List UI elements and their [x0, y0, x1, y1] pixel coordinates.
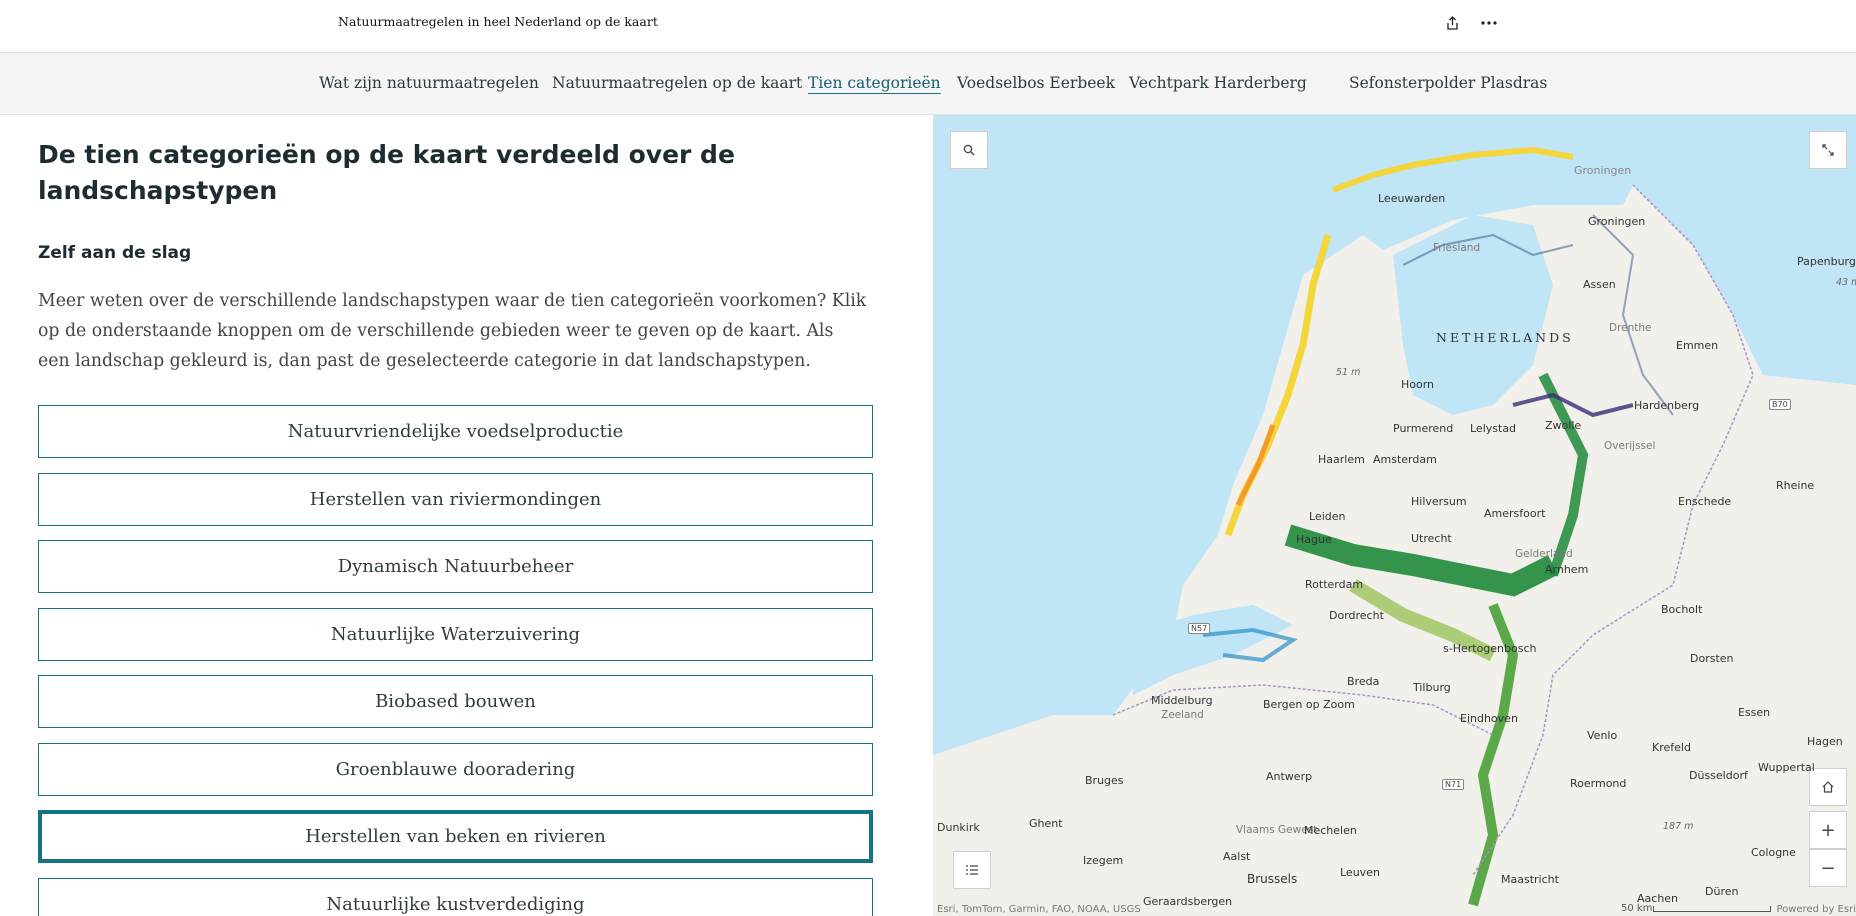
category-button-herstellen-van-riviermondingen[interactable]: Herstellen van riviermondingen — [38, 473, 873, 526]
map-home-button[interactable] — [1809, 768, 1847, 806]
share-icon — [1446, 16, 1458, 30]
section-subheading: Zelf aan de slag — [38, 243, 192, 263]
map-powered-by: Powered by Esri — [1776, 904, 1856, 915]
basemap — [933, 146, 1856, 916]
home-icon — [1822, 781, 1834, 793]
more-icon — [1481, 21, 1497, 25]
search-icon — [963, 144, 975, 156]
plus-icon: + — [1820, 819, 1836, 841]
nav-item-sefonsterpolder-plasdras[interactable]: Sefonsterpolder Plasdras — [1349, 74, 1547, 92]
expand-icon — [1822, 144, 1834, 156]
category-button-biobased-bouwen[interactable]: Biobased bouwen — [38, 675, 873, 728]
content-panel: De tien categorieën op de kaart verdeeld… — [0, 115, 933, 916]
map-view[interactable]: + − NETHERLANDS Leeuwarden Groningen Gro… — [933, 115, 1856, 916]
map-scale-bar — [1653, 906, 1771, 912]
minus-icon: − — [1820, 857, 1836, 879]
map-scale-label: 50 km — [1621, 903, 1653, 914]
more-options-button[interactable] — [1475, 12, 1503, 34]
intro-paragraph: Meer weten over de verschillende landsch… — [38, 291, 867, 371]
map-fullscreen-button[interactable] — [1809, 131, 1847, 169]
share-button[interactable] — [1438, 12, 1466, 34]
category-button-natuurlijke-kustverdediging[interactable]: Natuurlijke kustverdediging — [38, 878, 873, 916]
category-button-natuurlijke-waterzuivering[interactable]: Natuurlijke Waterzuivering — [38, 608, 873, 661]
category-button-natuurvriendelijke-voedselproductie[interactable]: Natuurvriendelijke voedselproductie — [38, 405, 873, 458]
page-title: Natuurmaatregelen in heel Nederland op d… — [338, 14, 658, 29]
nav-item-vechtpark-harderberg[interactable]: Vechtpark Harderberg — [1129, 74, 1307, 92]
nav-item-natuurmaatregelen-op-de-kaart[interactable]: Natuurmaatregelen op de kaart — [552, 74, 802, 92]
nav-item-wat-zijn-natuurmaatregelen[interactable]: Wat zijn natuurmaatregelen — [319, 74, 539, 92]
section-heading: De tien categorieën op de kaart verdeeld… — [38, 140, 735, 205]
top-header: Natuurmaatregelen in heel Nederland op d… — [0, 0, 1856, 53]
list-icon — [966, 865, 978, 875]
nav-item-voedselbos-eerbeek[interactable]: Voedselbos Eerbeek — [957, 74, 1115, 92]
nav-item-tien-categorieen[interactable]: Tien categorieën — [808, 74, 941, 92]
section-nav: Wat zijn natuurmaatregelen Natuurmaatreg… — [0, 53, 1856, 115]
category-button-dynamisch-natuurbeheer[interactable]: Dynamisch Natuurbeheer — [38, 540, 873, 593]
map-zoom-in-button[interactable]: + — [1809, 811, 1847, 849]
category-button-herstellen-van-beken-en-rivieren[interactable]: Herstellen van beken en rivieren — [38, 810, 873, 863]
map-attribution: Esri, TomTom, Garmin, FAO, NOAA, USGS — [937, 904, 1141, 915]
category-button-groenblauwe-dooradering[interactable]: Groenblauwe dooradering — [38, 743, 873, 796]
map-legend-button[interactable] — [953, 851, 991, 889]
map-search-button[interactable] — [950, 131, 988, 169]
map-zoom-out-button[interactable]: − — [1809, 849, 1847, 887]
